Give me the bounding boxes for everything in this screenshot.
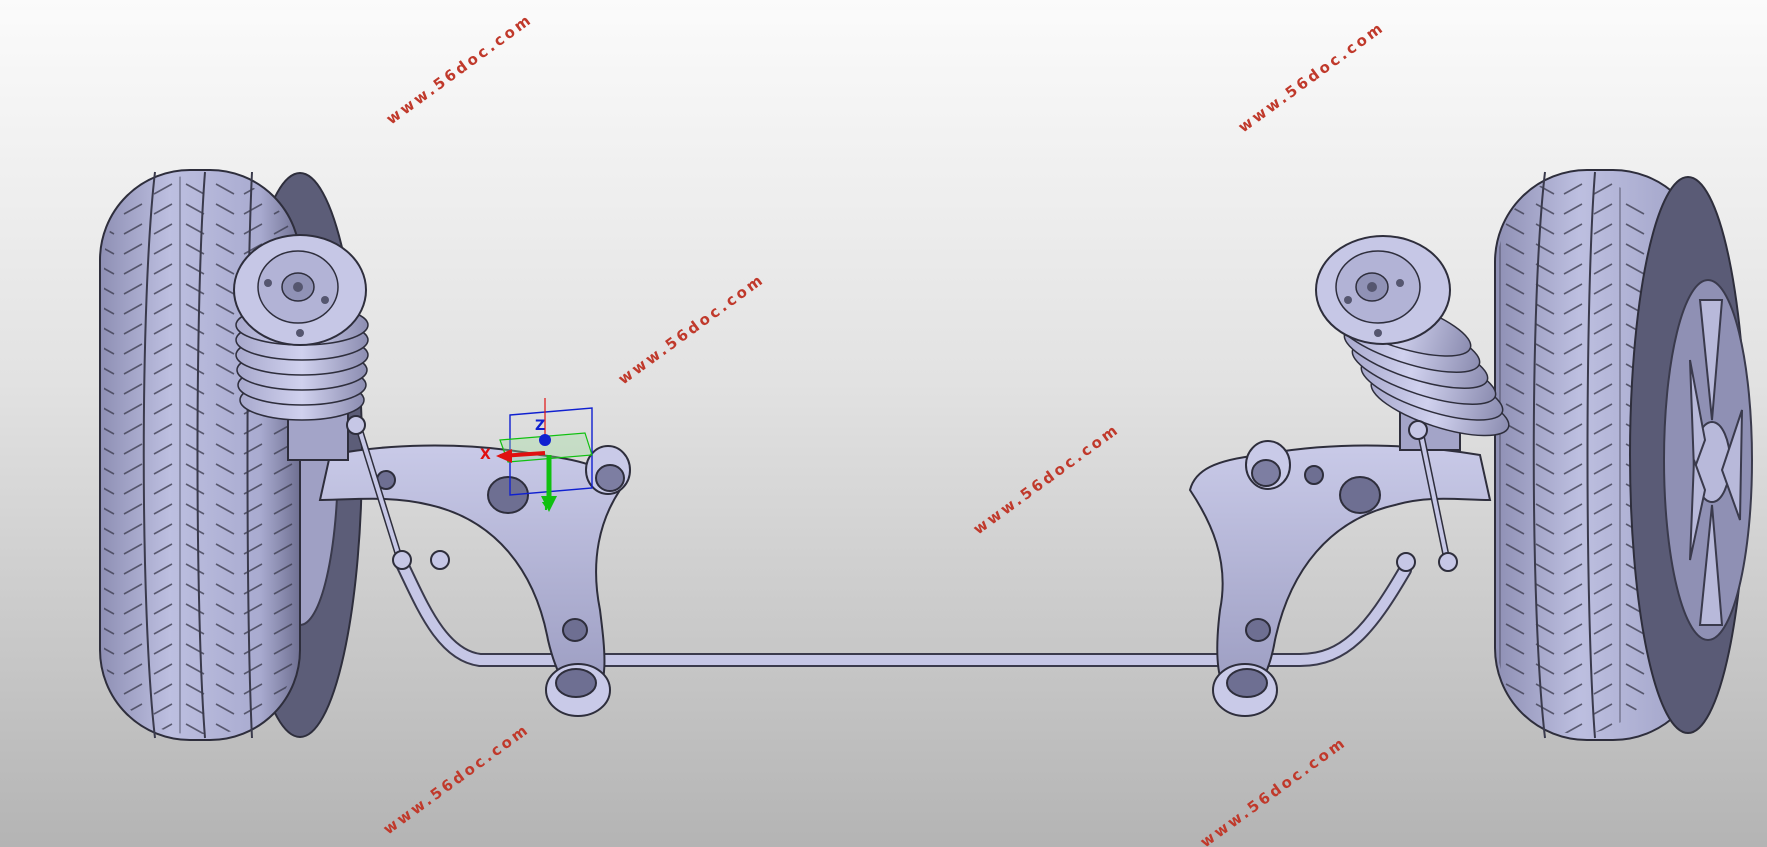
left-strut-top-mount (233, 234, 367, 346)
right-strut-top-mount (1315, 235, 1451, 345)
right-wheel (1494, 169, 1753, 741)
triad-x-label: X (480, 447, 491, 463)
triad-y-label: Y (542, 500, 550, 513)
left-rear-bushing (545, 663, 611, 717)
right-rear-bushing (1212, 663, 1278, 717)
right-control-arm (1188, 440, 1492, 717)
right-front-bushing (1245, 440, 1291, 490)
left-control-arm (318, 444, 631, 717)
suspension-assembly-model[interactable] (0, 0, 1767, 847)
triad-origin (539, 434, 551, 446)
cad-3d-viewport[interactable]: X Z Y www.56doc.com www.56doc.com www.56… (0, 0, 1767, 847)
triad-z-label: Z (535, 418, 546, 434)
